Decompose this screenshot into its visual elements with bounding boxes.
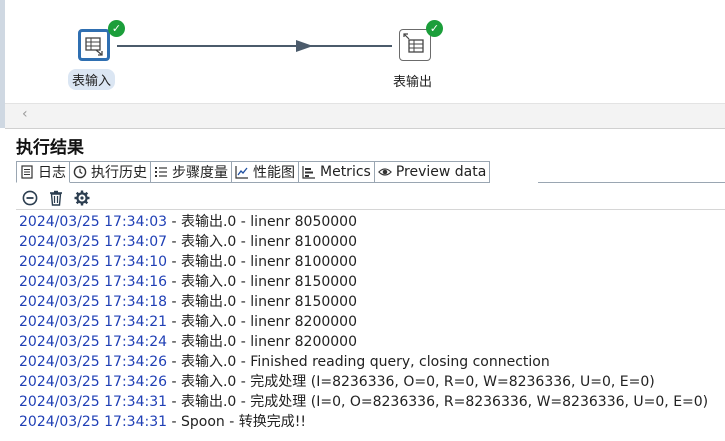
log-message: - 表输入.0 - linenr 8200000 [167,314,357,330]
arrow-right-icon [296,40,313,52]
table-output-icon[interactable] [399,29,431,61]
tab-label: 步骤度量 [172,165,228,181]
list-icon [154,165,168,179]
log-timestamp: 2024/03/25 17:34:10 [19,254,168,270]
log-timestamp: 2024/03/25 17:34:26 [19,374,168,390]
document-icon [20,165,34,179]
tab-history[interactable]: 执行历史 [70,161,151,183]
eye-icon [377,165,392,179]
log-line: 2024/03/25 17:34:03 - 表输出.0 - linenr 805… [19,212,725,232]
tab-label: 执行历史 [91,165,147,181]
log-timestamp: 2024/03/25 17:34:24 [19,334,168,350]
log-line: 2024/03/25 17:34:24 - 表输出.0 - linenr 820… [19,332,725,352]
stop-icon[interactable] [20,188,40,208]
scroll-left-icon[interactable]: ‹ [22,106,28,122]
log-message: - 表输出.0 - 完成处理 (I=0, O=8236336, R=823633… [167,394,709,410]
log-message: - 表输入.0 - Finished reading query, closin… [167,354,550,370]
log-line: 2024/03/25 17:34:31 - 表输出.0 - 完成处理 (I=0,… [19,392,725,412]
log-timestamp: 2024/03/25 17:34:31 [19,414,168,430]
log-timestamp: 2024/03/25 17:34:16 [19,274,168,290]
log-line: 2024/03/25 17:34:07 - 表输入.0 - linenr 810… [19,232,725,252]
log-timestamp: 2024/03/25 17:34:07 [19,234,168,250]
tab-label: Metrics [320,164,371,180]
step-label[interactable]: 表输出 [393,71,432,90]
log-line: 2024/03/25 17:34:26 - 表输入.0 - Finished r… [19,352,725,372]
step-label[interactable]: 表输入 [68,69,116,90]
results-tabs: 日志 执行历史 步骤度量 性能图 Metrics Preview data [16,161,491,183]
log-line: 2024/03/25 17:34:18 - 表输出.0 - linenr 815… [19,292,725,312]
log-message: - 表输入.0 - 完成处理 (I=8236336, O=0, R=0, W=8… [167,374,655,390]
tab-performance-graph[interactable]: 性能图 [232,161,299,183]
log-timestamp: 2024/03/25 17:34:18 [19,294,168,310]
log-line: 2024/03/25 17:34:10 - 表输出.0 - linenr 810… [19,252,725,272]
tab-preview-data[interactable]: Preview data [374,161,491,183]
clock-icon [73,165,87,179]
success-check-icon: ✓ [426,20,443,37]
log-output[interactable]: 2024/03/25 17:34:03 - 表输出.0 - linenr 805… [19,212,725,432]
hop-line[interactable] [117,45,392,47]
table-input-icon[interactable] [78,29,110,61]
log-message: - 表输出.0 - linenr 8150000 [167,294,357,310]
log-line: 2024/03/25 17:34:16 - 表输入.0 - linenr 815… [19,272,725,292]
tab-metrics[interactable]: Metrics [299,161,375,183]
log-toolbar [20,187,92,209]
line-chart-icon [235,165,249,179]
log-message: - 表输出.0 - linenr 8100000 [167,254,357,270]
log-timestamp: 2024/03/25 17:34:03 [19,214,168,230]
metrics-icon [302,165,316,179]
tab-label: 日志 [38,165,66,181]
tab-label: Preview data [395,164,487,180]
log-message: - 表输出.0 - linenr 8050000 [167,214,357,230]
log-line: 2024/03/25 17:34:21 - 表输入.0 - linenr 820… [19,312,725,332]
log-message: - 表输入.0 - linenr 8150000 [167,274,357,290]
results-title: 执行结果 [16,138,84,158]
log-message: - Spoon - 转换完成!! [167,414,306,430]
log-message: - 表输入.0 - linenr 8100000 [167,234,357,250]
tab-step-metrics[interactable]: 步骤度量 [151,161,232,183]
log-timestamp: 2024/03/25 17:34:21 [19,314,168,330]
log-message: - 表输出.0 - linenr 8200000 [167,334,357,350]
log-line: 2024/03/25 17:34:31 - Spoon - 转换完成!! [19,412,725,432]
log-timestamp: 2024/03/25 17:34:26 [19,354,168,370]
tab-label: 性能图 [253,165,295,181]
transformation-canvas[interactable]: ✓ 表输入 ✓ 表输出 [0,0,725,103]
trash-icon[interactable] [46,188,66,208]
log-line: 2024/03/25 17:34:26 - 表输入.0 - 完成处理 (I=82… [19,372,725,392]
success-check-icon: ✓ [108,20,125,37]
tab-bar-rule [538,182,725,183]
horizontal-scrollbar[interactable]: ‹ [5,103,725,129]
settings-icon[interactable] [72,188,92,208]
tab-log[interactable]: 日志 [16,161,70,183]
log-top-border [16,209,725,210]
log-timestamp: 2024/03/25 17:34:31 [19,394,168,410]
